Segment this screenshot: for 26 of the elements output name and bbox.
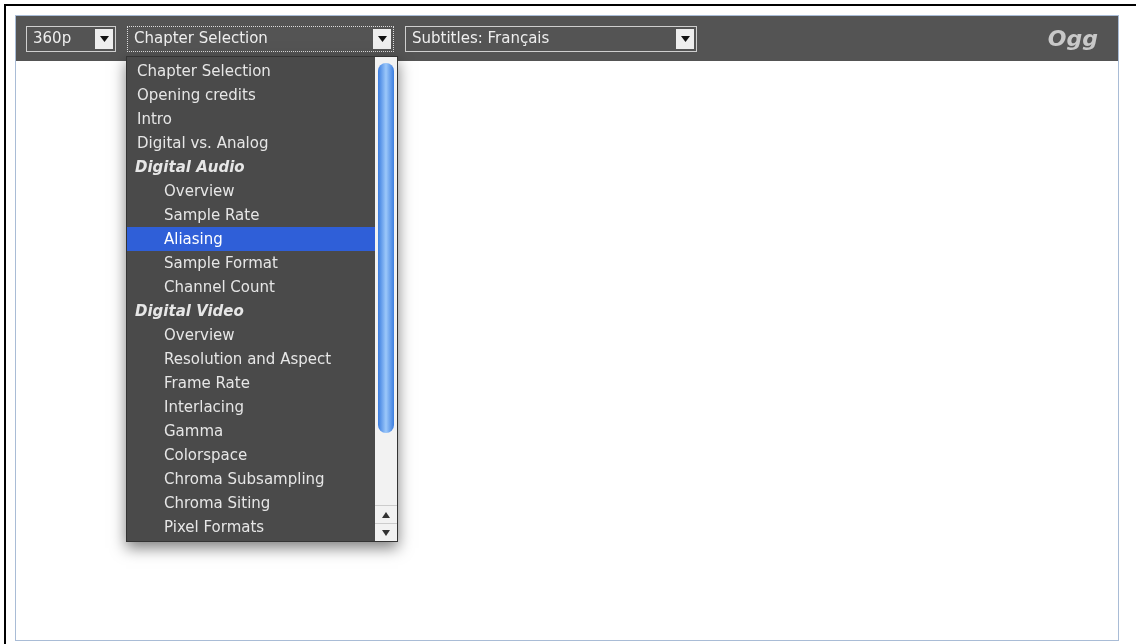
- menu-item[interactable]: Opening credits: [127, 83, 375, 107]
- menu-item[interactable]: Aliasing: [127, 227, 375, 251]
- menu-item[interactable]: Sample Rate: [127, 203, 375, 227]
- menu-item[interactable]: Intro: [127, 107, 375, 131]
- ogg-logo: Ogg: [1047, 25, 1098, 53]
- scrollbar[interactable]: [375, 57, 397, 541]
- quality-select[interactable]: 360p: [26, 25, 116, 52]
- menu-item[interactable]: Overview: [127, 323, 375, 347]
- menu-item[interactable]: Resolution and Aspect: [127, 347, 375, 371]
- menu-item[interactable]: Colorspace: [127, 443, 375, 467]
- menu-item[interactable]: Chapter Selection: [127, 59, 375, 83]
- menu-item[interactable]: Channel Count: [127, 275, 375, 299]
- menu-item[interactable]: Chroma Siting: [127, 491, 375, 515]
- menu-item[interactable]: Sample Format: [127, 251, 375, 275]
- menu-item[interactable]: Gamma: [127, 419, 375, 443]
- subtitles-select[interactable]: Subtitles: Français: [405, 25, 697, 52]
- menu-item[interactable]: Interlacing: [127, 395, 375, 419]
- menu-item[interactable]: Chroma Subsampling: [127, 467, 375, 491]
- chapter-select[interactable]: Chapter Selection: [127, 25, 394, 52]
- menu-item[interactable]: Digital vs. Analog: [127, 131, 375, 155]
- menu-item[interactable]: Pixel Formats: [127, 515, 375, 539]
- menu-group-header: Digital Video: [134, 301, 245, 322]
- menu-item[interactable]: Overview: [127, 179, 375, 203]
- menu-group-header: Digital Audio: [134, 157, 246, 178]
- menu-item[interactable]: Frame Rate: [127, 371, 375, 395]
- scrollbar-thumb[interactable]: [378, 63, 394, 433]
